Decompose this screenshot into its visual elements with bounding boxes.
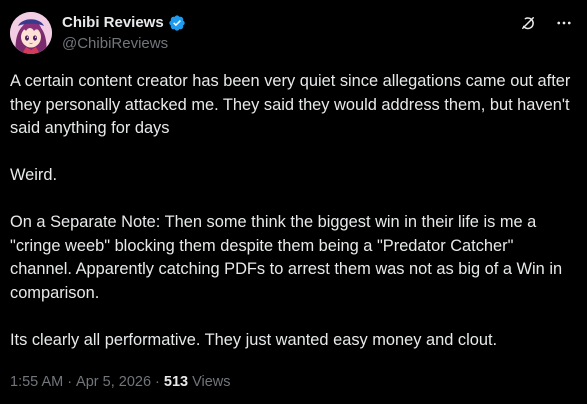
avatar[interactable] <box>10 12 52 54</box>
post: Chibi Reviews @ChibiReviews A certain co… <box>0 0 587 404</box>
author-handle[interactable]: @ChibiReviews <box>62 34 168 54</box>
more-options-icon[interactable] <box>555 14 573 32</box>
author-name-row: Chibi Reviews <box>62 13 186 33</box>
post-paragraph-1: A certain content creator has been very … <box>10 72 571 137</box>
views-count: 513 <box>163 374 189 390</box>
post-paragraph-4: Its clearly all performative. They just … <box>10 330 498 349</box>
display-name[interactable]: Chibi Reviews <box>62 13 164 33</box>
top-actions <box>519 14 573 32</box>
post-time[interactable]: 1:55 AM <box>10 374 63 390</box>
views-label: Views <box>192 374 231 390</box>
grok-icon[interactable] <box>519 14 537 32</box>
post-paragraph-2: Weird. <box>10 166 58 184</box>
anime-chibi-avatar-icon <box>10 12 52 54</box>
post-body: A certain content creator has been very … <box>10 70 575 352</box>
meta-separator-2: · <box>155 374 160 390</box>
verified-badge-icon[interactable] <box>168 14 186 32</box>
post-paragraph-3: On a Separate Note: Then some think the … <box>10 213 563 302</box>
meta-separator: · <box>67 374 73 390</box>
post-date[interactable]: Apr 5, 2026 <box>76 374 151 390</box>
post-meta: 1:55 AM · Apr 5, 2026 · 513 Views <box>10 372 231 392</box>
